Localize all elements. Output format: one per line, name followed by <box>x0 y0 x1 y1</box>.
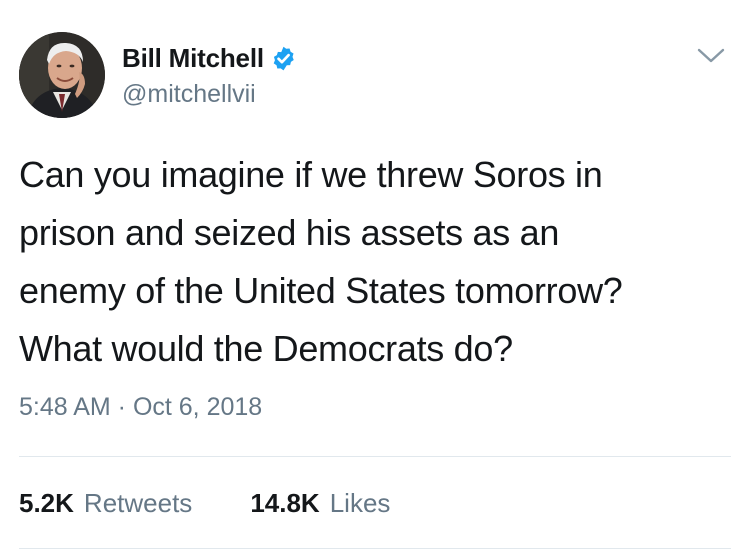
retweets-stat[interactable]: 5.2K Retweets <box>19 488 192 519</box>
verified-badge-icon <box>270 45 297 72</box>
divider <box>19 548 731 549</box>
chevron-down-icon[interactable] <box>696 46 726 66</box>
retweets-label: Retweets <box>83 488 193 518</box>
tweet-text: Can you imagine if we threw Soros in pri… <box>19 146 734 378</box>
tweet-text-line: enemy of the United States tomorrow? <box>19 270 623 311</box>
tweet-timestamp[interactable]: 5:48 AM · Oct 6, 2018 <box>19 393 262 422</box>
tweet-card: Bill Mitchell @mitchellvii Can you imagi… <box>0 0 750 557</box>
avatar-photo <box>19 32 105 118</box>
likes-count: 14.8K <box>250 488 320 518</box>
avatar[interactable] <box>19 32 105 118</box>
retweets-count: 5.2K <box>19 488 74 518</box>
tweet-stats: 5.2K Retweets 14.8K Likes <box>19 488 390 519</box>
author-name-row: Bill Mitchell <box>122 42 297 74</box>
display-name[interactable]: Bill Mitchell <box>122 43 264 74</box>
tweet-text-line: Can you imagine if we threw Soros in <box>19 154 603 195</box>
likes-stat[interactable]: 14.8K Likes <box>250 488 390 519</box>
likes-label: Likes <box>329 488 391 518</box>
tweet-text-line: prison and seized his assets as an <box>19 212 560 253</box>
tweet-text-line: What would the Democrats do? <box>19 328 513 369</box>
author-handle[interactable]: @mitchellvii <box>122 80 256 109</box>
divider <box>19 456 731 457</box>
